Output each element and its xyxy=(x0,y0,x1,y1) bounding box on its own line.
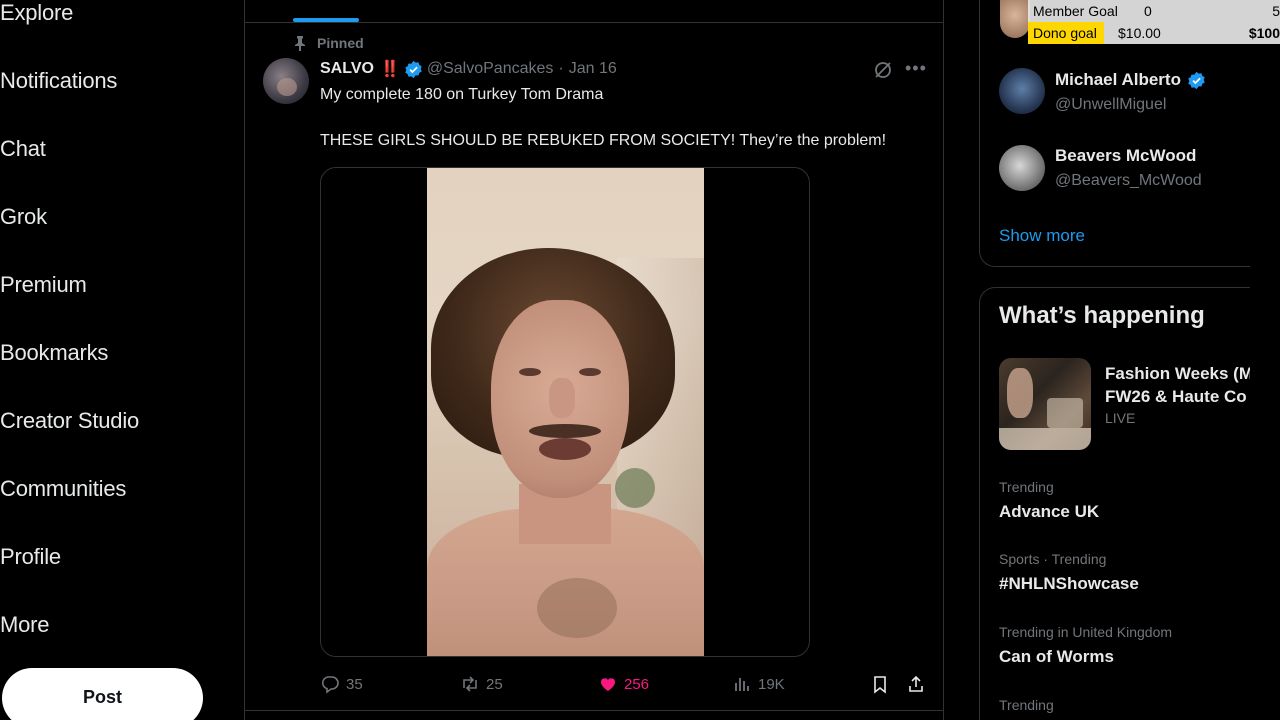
post-text-line1: My complete 180 on Turkey Tom Drama xyxy=(320,86,604,103)
views-action[interactable]: 19K xyxy=(732,674,785,694)
author-emoji: ‼️ xyxy=(379,61,400,78)
featured-title-line1: Fashion Weeks (M xyxy=(1105,364,1250,383)
trend-context: Trending xyxy=(999,697,1054,713)
heart-icon xyxy=(601,678,615,691)
live-badge: LIVE xyxy=(1105,410,1136,426)
post-header: SALVO ‼️ @SalvoPancakes · Jan 16 xyxy=(320,59,617,79)
author-name[interactable]: SALVO xyxy=(320,60,374,78)
follow-user-name[interactable]: Beavers McWood xyxy=(1055,146,1196,166)
trend-context: Sports · Trending xyxy=(999,551,1107,567)
user-avatar[interactable] xyxy=(999,145,1045,191)
post-date[interactable]: Jan 16 xyxy=(569,60,617,78)
dono-goal-current: $10.00 xyxy=(1118,25,1161,41)
nav-premium[interactable]: Premium xyxy=(0,272,87,298)
pin-icon xyxy=(295,36,305,51)
share-icon xyxy=(909,675,923,692)
views-count: 19K xyxy=(758,675,785,693)
nav-grok[interactable]: Grok xyxy=(0,204,47,230)
dono-goal-label: Dono goal xyxy=(1028,22,1104,44)
featured-title-line2: FW26 & Haute Co xyxy=(1105,387,1247,406)
user-avatar[interactable] xyxy=(999,68,1045,114)
author-handle[interactable]: @SalvoPancakes xyxy=(427,60,554,78)
member-goal-label: Member Goal xyxy=(1033,3,1118,19)
trend-context: Trending in United Kingdom xyxy=(999,624,1173,640)
verified-badge-icon[interactable] xyxy=(404,60,423,79)
bookmark-action[interactable] xyxy=(870,674,890,694)
nav-profile[interactable]: Profile xyxy=(0,544,61,570)
like-count: 256 xyxy=(624,675,650,693)
repost-icon xyxy=(463,676,477,692)
trend-thumbnail[interactable] xyxy=(999,358,1091,450)
stream-goal-overlay: Member Goal 0 5 Dono goal $10.00 $100 xyxy=(1000,0,1280,44)
dono-goal-row: Dono goal $10.00 $100 xyxy=(1028,22,1280,44)
bookmark-icon xyxy=(874,676,886,694)
more-options-icon[interactable]: ••• xyxy=(905,58,927,79)
member-goal-row: Member Goal 0 5 xyxy=(1028,0,1280,22)
follow-user-name[interactable]: Michael Alberto xyxy=(1055,70,1206,90)
post-actions: 35 25 256 19K xyxy=(320,674,930,696)
nav-bookmarks[interactable]: Bookmarks xyxy=(0,340,108,366)
trend-name[interactable]: Advance UK xyxy=(999,502,1099,522)
show-more-link[interactable]: Show more xyxy=(999,226,1085,246)
divider xyxy=(245,22,944,23)
whats-happening-title: What’s happening xyxy=(999,302,1205,329)
trend-name[interactable]: Can of Worms xyxy=(999,647,1114,667)
video-player[interactable] xyxy=(320,167,810,657)
video-frame xyxy=(427,168,704,656)
member-goal-current: 0 xyxy=(1144,3,1152,19)
repost-count: 25 xyxy=(486,675,503,693)
nav-more[interactable]: More xyxy=(0,612,50,638)
trend-name[interactable]: #NHLNShowcase xyxy=(999,574,1139,594)
author-avatar[interactable] xyxy=(263,58,309,104)
nav-notifications[interactable]: Notifications xyxy=(0,68,117,94)
follow-user-name-text: Michael Alberto xyxy=(1055,70,1181,89)
pinned-label: Pinned xyxy=(293,34,364,52)
reply-icon xyxy=(321,676,339,694)
timeline: Pinned SALVO ‼️ @SalvoPancakes · Jan 16 … xyxy=(244,0,944,720)
nav-explore[interactable]: Explore xyxy=(0,0,73,26)
like-action[interactable]: 256 xyxy=(598,674,649,694)
nav-communities[interactable]: Communities xyxy=(0,476,126,502)
nav-creator-studio[interactable]: Creator Studio xyxy=(0,408,139,434)
pinned-text: Pinned xyxy=(317,35,364,51)
post-text-line2: THESE GIRLS SHOULD BE REBUKED FROM SOCIE… xyxy=(320,132,887,149)
featured-trend-title[interactable]: Fashion Weeks (M FW26 & Haute Co xyxy=(1105,362,1250,408)
follow-user-handle[interactable]: @Beavers_McWood xyxy=(1055,172,1202,190)
nav-chat[interactable]: Chat xyxy=(0,136,46,162)
reply-action[interactable]: 35 xyxy=(320,674,363,694)
reply-count: 35 xyxy=(346,675,363,693)
verified-badge-icon xyxy=(1188,71,1205,89)
divider xyxy=(245,710,944,711)
dono-goal-target: $100 xyxy=(1248,25,1280,41)
member-goal-target: 5 xyxy=(1272,3,1280,19)
overlay-avatar xyxy=(1000,0,1030,38)
trend-context: Trending xyxy=(999,479,1054,495)
post-button[interactable]: Post xyxy=(2,668,203,720)
repost-action[interactable]: 25 xyxy=(460,674,503,694)
grok-icon[interactable] xyxy=(873,60,893,80)
analytics-icon xyxy=(735,678,749,691)
separator-dot: · xyxy=(558,60,564,77)
follow-user-handle[interactable]: @UnwellMiguel xyxy=(1055,96,1166,114)
left-sidebar: Explore Notifications Chat Grok Premium … xyxy=(0,0,244,720)
share-action[interactable] xyxy=(906,674,926,694)
